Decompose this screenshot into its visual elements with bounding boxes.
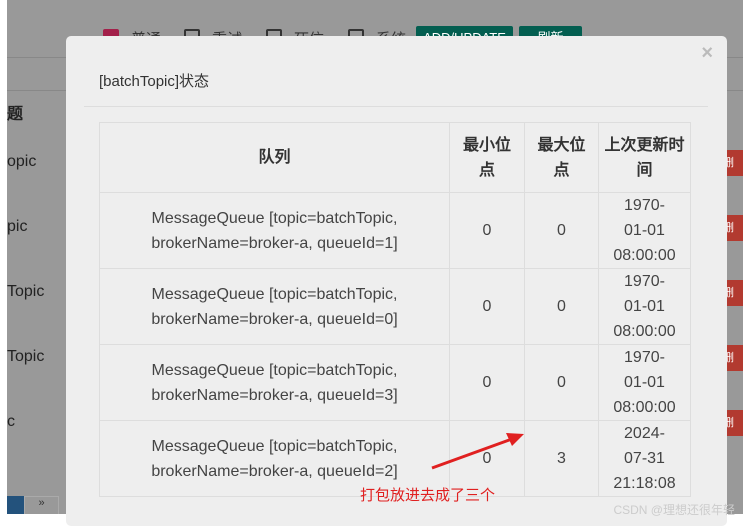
- watermark: CSDN @理想还很年轻: [613, 503, 735, 517]
- annotation-arrow: [431, 433, 524, 470]
- arrow-line: [431, 437, 513, 470]
